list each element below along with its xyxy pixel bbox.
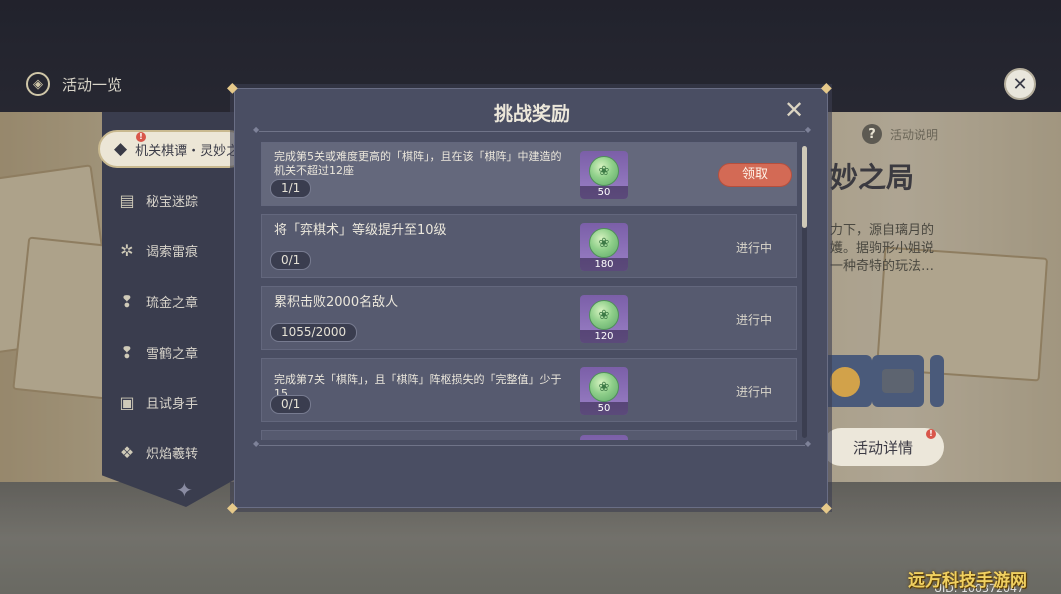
reward-item[interactable]: ❀ 50: [580, 367, 628, 415]
sidebar-item-label: 且试身手: [146, 396, 199, 412]
item-count: 180: [580, 258, 628, 271]
compass-icon: ◈: [26, 72, 50, 96]
reward-item: [580, 435, 628, 440]
item-count: 120: [580, 330, 628, 343]
sparkle-icon: ✦: [176, 478, 193, 502]
event-description: 力下，源自璃月的 嬳。据驹形小姐说 一种奇特的玩法…: [830, 223, 935, 274]
page-title: 活动一览: [62, 75, 123, 94]
claim-button[interactable]: 领取: [718, 163, 792, 187]
cards-icon: ▣: [119, 392, 135, 412]
notification-badge: !: [136, 132, 146, 142]
notification-badge: !: [926, 429, 936, 439]
corner-ornament: ◆: [821, 500, 832, 516]
status-label: 进行中: [735, 313, 772, 327]
electro-swirl-icon: ✲: [120, 240, 134, 260]
reward-condition: 完成第7关「棋阵」，且「棋阵」阵枢损失的「完整值」少于15: [274, 373, 562, 400]
reward-item[interactable]: ❀ 120: [580, 295, 628, 343]
sidebar-item-label: 琉金之章: [146, 295, 199, 311]
close-events-button[interactable]: ✕: [1004, 68, 1036, 100]
reward-list-scrollbar[interactable]: [802, 146, 807, 438]
reward-list[interactable]: 完成第5关或难度更高的「棋阵」，且在该「棋阵」中建造的机关不超过12座 1/1 …: [261, 142, 797, 440]
item-count: 50: [580, 402, 628, 415]
corner-ornament: ◆: [227, 500, 238, 516]
watermark: 远方科技手游网: [908, 571, 1027, 591]
progress-badge: 1055/2000: [270, 323, 358, 342]
status-label: 进行中: [735, 241, 772, 255]
event-help-link[interactable]: ? 活动说明: [862, 124, 938, 144]
sidebar-item-liujin[interactable]: ❢ 琉金之章: [116, 287, 198, 315]
reward-item[interactable]: ❀ 180: [580, 223, 628, 271]
reward-thumbnail-mechanism[interactable]: [872, 355, 924, 407]
progress-badge: 1/1: [270, 179, 312, 198]
primogem-coin-icon: ❀: [589, 228, 619, 258]
corner-ornament: ◆: [821, 80, 832, 96]
challenge-rewards-dialog: ◆ ◆ ◆ ◆ 挑战奖励 ✕ 完成第5关或难度更高的「棋阵」，且在该「棋阵」中建…: [227, 81, 832, 515]
sidebar-item-label: 炽焰羲转: [146, 446, 199, 462]
sidebar-item-active-event[interactable]: ◆ 机关棋谭・灵妙之局: [98, 130, 248, 168]
reward-row-partial: [261, 430, 797, 440]
reward-row: 累积击败2000名敌人 1055/2000 ❀ 120 进行中: [261, 286, 797, 350]
event-title: 妙之局: [830, 161, 915, 194]
sidebar-item-label: 雪鹤之章: [146, 346, 199, 362]
sidebar-item-treasure[interactable]: ▤ 秘宝迷踪: [116, 186, 198, 214]
item-count: 50: [580, 186, 628, 199]
status-label: 进行中: [735, 385, 772, 399]
chess-icon: ◆: [114, 139, 128, 159]
sidebar-item-flame[interactable]: ❖ 炽焰羲转: [116, 438, 198, 466]
reward-thumbnail-partial[interactable]: [930, 355, 944, 407]
question-icon: ?: [862, 124, 882, 144]
coin-icon: [830, 367, 860, 397]
primogem-coin-icon: ❀: [589, 156, 619, 186]
primogem-coin-icon: ❀: [589, 372, 619, 402]
dialog-close-button[interactable]: ✕: [781, 97, 807, 123]
sidebar-item-snow-crane[interactable]: ❢ 雪鹤之章: [116, 338, 198, 366]
page-header: ◈ 活动一览: [26, 70, 122, 98]
sidebar-item-label: 秘宝迷踪: [146, 194, 199, 210]
sidebar-item-trial[interactable]: ▣ 且试身手: [116, 388, 198, 416]
reward-row: 完成第7关「棋阵」，且「棋阵」阵枢损失的「完整值」少于15 0/1 ❀ 50 进…: [261, 358, 797, 422]
divider: [253, 439, 811, 448]
exclamation-crest-icon: ❢: [120, 342, 134, 362]
primogem-coin-icon: ❀: [589, 300, 619, 330]
sidebar-item-label: 机关棋谭・灵妙之局: [135, 143, 248, 159]
close-icon: ✕: [783, 96, 805, 124]
exclamation-crest-icon: ❢: [120, 291, 134, 311]
scroll-thumb[interactable]: [802, 146, 807, 228]
divider: [253, 125, 811, 134]
reward-condition: 将「弈棋术」等级提升至10级: [274, 223, 447, 238]
progress-badge: 0/1: [270, 251, 312, 270]
mechanism-icon: [882, 369, 914, 393]
sidebar-item-label: 谒索雷痕: [146, 244, 199, 260]
progress-badge: 0/1: [270, 395, 312, 414]
reward-condition: 完成第5关或难度更高的「棋阵」，且在该「棋阵」中建造的机关不超过12座: [274, 150, 562, 177]
reward-row: 完成第5关或难度更高的「棋阵」，且在该「棋阵」中建造的机关不超过12座 1/1 …: [261, 142, 797, 206]
corner-ornament: ◆: [227, 80, 238, 96]
help-label: 活动说明: [890, 127, 939, 142]
reward-item[interactable]: ❀ 50: [580, 151, 628, 199]
sidebar-item-electro[interactable]: ✲ 谒索雷痕: [116, 236, 198, 264]
reward-row: 将「弈棋术」等级提升至10级 0/1 ❀ 180 进行中: [261, 214, 797, 278]
treasure-chest-icon: ▤: [119, 190, 135, 210]
reward-condition: 累积击败2000名敌人: [274, 295, 399, 310]
flame-swirl-icon: ❖: [119, 442, 135, 462]
dialog-title: 挑战奖励: [493, 103, 570, 125]
